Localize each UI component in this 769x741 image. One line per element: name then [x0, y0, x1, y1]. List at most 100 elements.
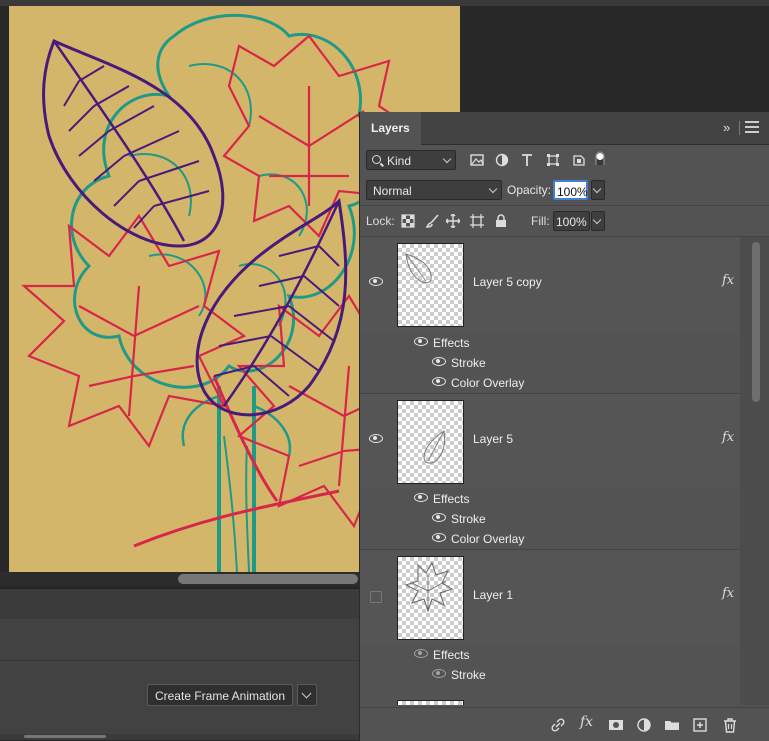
eye-icon[interactable]: [432, 377, 446, 386]
opacity-input[interactable]: 100%: [553, 180, 588, 200]
panel-menu-icon[interactable]: [745, 121, 759, 135]
type-layer-filter-icon[interactable]: [520, 153, 534, 167]
search-icon: [372, 155, 381, 164]
chevron-down-icon: [488, 184, 498, 194]
purple-leaf-illustration: [42, 38, 348, 417]
delete-layer-trash-icon[interactable]: [722, 717, 738, 733]
create-frame-animation-dropdown[interactable]: [297, 684, 317, 706]
pixel-layer-filter-icon[interactable]: [470, 153, 484, 167]
blend-opacity-row: Normal Opacity: 100%: [360, 175, 769, 206]
blend-mode-select[interactable]: Normal: [366, 180, 502, 200]
chevron-down-icon: [592, 184, 602, 194]
layer-thumbnail[interactable]: [397, 400, 464, 484]
layer-effects-fx-icon[interactable]: fx: [722, 273, 734, 288]
link-layers-icon[interactable]: [550, 717, 566, 733]
effect-stroke[interactable]: Stroke: [360, 352, 740, 372]
add-mask-icon[interactable]: [608, 717, 624, 733]
new-layer-icon[interactable]: [692, 717, 708, 733]
lock-all-icon[interactable]: [494, 214, 508, 228]
effect-stroke[interactable]: Stroke: [360, 508, 740, 528]
layers-panel-footer: fx: [360, 707, 769, 741]
leaf-thumbnail-icon: [405, 253, 432, 284]
smart-object-filter-icon[interactable]: [572, 153, 586, 167]
effects-group[interactable]: Effects: [360, 488, 740, 508]
layer-visibility-toggle[interactable]: [368, 431, 384, 447]
tab-layers[interactable]: Layers: [360, 112, 421, 145]
layer-row[interactable]: Layer 1 fx Effects Stroke: [360, 549, 740, 689]
eye-icon[interactable]: [432, 513, 446, 522]
opacity-label: Opacity:: [507, 183, 552, 197]
layer-row[interactable]: Layer 5 fx Effects Stroke Color Overlay: [360, 393, 740, 548]
fill-dropdown[interactable]: [591, 211, 605, 231]
layers-panel: Layers » Kind Normal Opacity: 100% Lock:: [359, 112, 769, 741]
chevron-down-icon: [442, 154, 452, 164]
layer-thumbnail[interactable]: [397, 243, 464, 327]
layer-thumbnail[interactable]: [397, 700, 464, 705]
layers-scroll-thumb[interactable]: [752, 242, 760, 402]
effect-color-overlay[interactable]: Color Overlay: [360, 372, 740, 392]
eye-icon[interactable]: [414, 337, 428, 346]
timeline-panel-header: [0, 588, 360, 620]
effect-label: Stroke: [451, 356, 486, 370]
lock-fill-row: Lock: Fill: 100%: [360, 206, 769, 237]
eye-icon[interactable]: [414, 649, 428, 658]
shape-layer-filter-icon[interactable]: [546, 153, 560, 167]
layer-visibility-toggle[interactable]: [368, 274, 384, 290]
lock-position-icon[interactable]: [446, 214, 460, 228]
effect-color-overlay[interactable]: Color Overlay: [360, 528, 740, 548]
fill-input[interactable]: 100%: [553, 211, 590, 231]
timeline-panel: [0, 619, 360, 740]
layer-filter-row: Kind: [360, 145, 769, 176]
zoom-slider[interactable]: [24, 735, 106, 738]
chevron-down-icon: [592, 215, 602, 225]
lock-label: Lock:: [366, 214, 395, 228]
lock-artboard-icon[interactable]: [470, 214, 484, 228]
layer-name[interactable]: Layer 1: [473, 588, 513, 602]
effect-label: Stroke: [451, 512, 486, 526]
horizontal-scroll-thumb[interactable]: [178, 574, 358, 584]
effect-stroke[interactable]: Stroke: [360, 664, 740, 684]
add-layer-style-fx-icon[interactable]: fx: [580, 714, 596, 730]
timeline-divider: [0, 660, 360, 661]
effects-label: Effects: [433, 336, 470, 350]
effects-group[interactable]: Effects: [360, 644, 740, 664]
lock-transparent-pixels-icon[interactable]: [401, 214, 415, 228]
eye-icon[interactable]: [432, 669, 446, 678]
eye-icon[interactable]: [432, 357, 446, 366]
layer-row-main[interactable]: Layer 5 copy fx: [360, 237, 740, 335]
adjustment-layer-filter-icon[interactable]: [495, 153, 509, 167]
timeline-bottom-bar: [0, 734, 360, 740]
layer-row-main[interactable]: Layer 1 fx: [360, 549, 740, 648]
collapse-panel-icon[interactable]: »: [723, 121, 737, 135]
filter-kind-select[interactable]: Kind: [366, 150, 456, 170]
layer-row[interactable]: Layer 5 copy fx Effects Stroke Color Ove…: [360, 237, 740, 392]
effects-group[interactable]: Effects: [360, 332, 740, 352]
layer-row[interactable]: [360, 690, 740, 705]
layer-effects-fx-icon[interactable]: fx: [722, 430, 734, 445]
panel-tab-bar: Layers »: [360, 112, 769, 145]
filter-kind-label: Kind: [387, 154, 412, 168]
lock-image-pixels-icon[interactable]: [426, 214, 440, 228]
create-frame-animation-button[interactable]: Create Frame Animation: [147, 684, 293, 706]
leaf-thumbnail-icon: [423, 430, 446, 464]
maple-leaf-thumbnail-icon: [404, 561, 454, 613]
layer-name[interactable]: Layer 5 copy: [473, 275, 542, 289]
layer-thumbnail[interactable]: [397, 556, 464, 640]
tree-illustration: [70, 13, 386, 572]
layer-row-main[interactable]: Layer 5 fx: [360, 393, 740, 492]
opacity-dropdown[interactable]: [591, 180, 605, 200]
effects-label: Effects: [433, 492, 470, 506]
new-adjustment-layer-icon[interactable]: [636, 717, 652, 733]
layer-effects-fx-icon[interactable]: fx: [722, 586, 734, 601]
eye-icon: [369, 434, 383, 443]
blend-mode-value: Normal: [373, 184, 412, 198]
eye-icon[interactable]: [414, 493, 428, 502]
layers-list: Layer 5 copy fx Effects Stroke Color Ove…: [360, 237, 740, 705]
new-group-folder-icon[interactable]: [664, 717, 680, 733]
filter-toggle-icon[interactable]: [594, 151, 608, 165]
layer-name[interactable]: Layer 5: [473, 432, 513, 446]
tabbar-divider: [739, 121, 740, 135]
layer-visibility-toggle[interactable]: [370, 591, 382, 603]
effect-label: Color Overlay: [451, 532, 525, 546]
eye-icon[interactable]: [432, 533, 446, 542]
